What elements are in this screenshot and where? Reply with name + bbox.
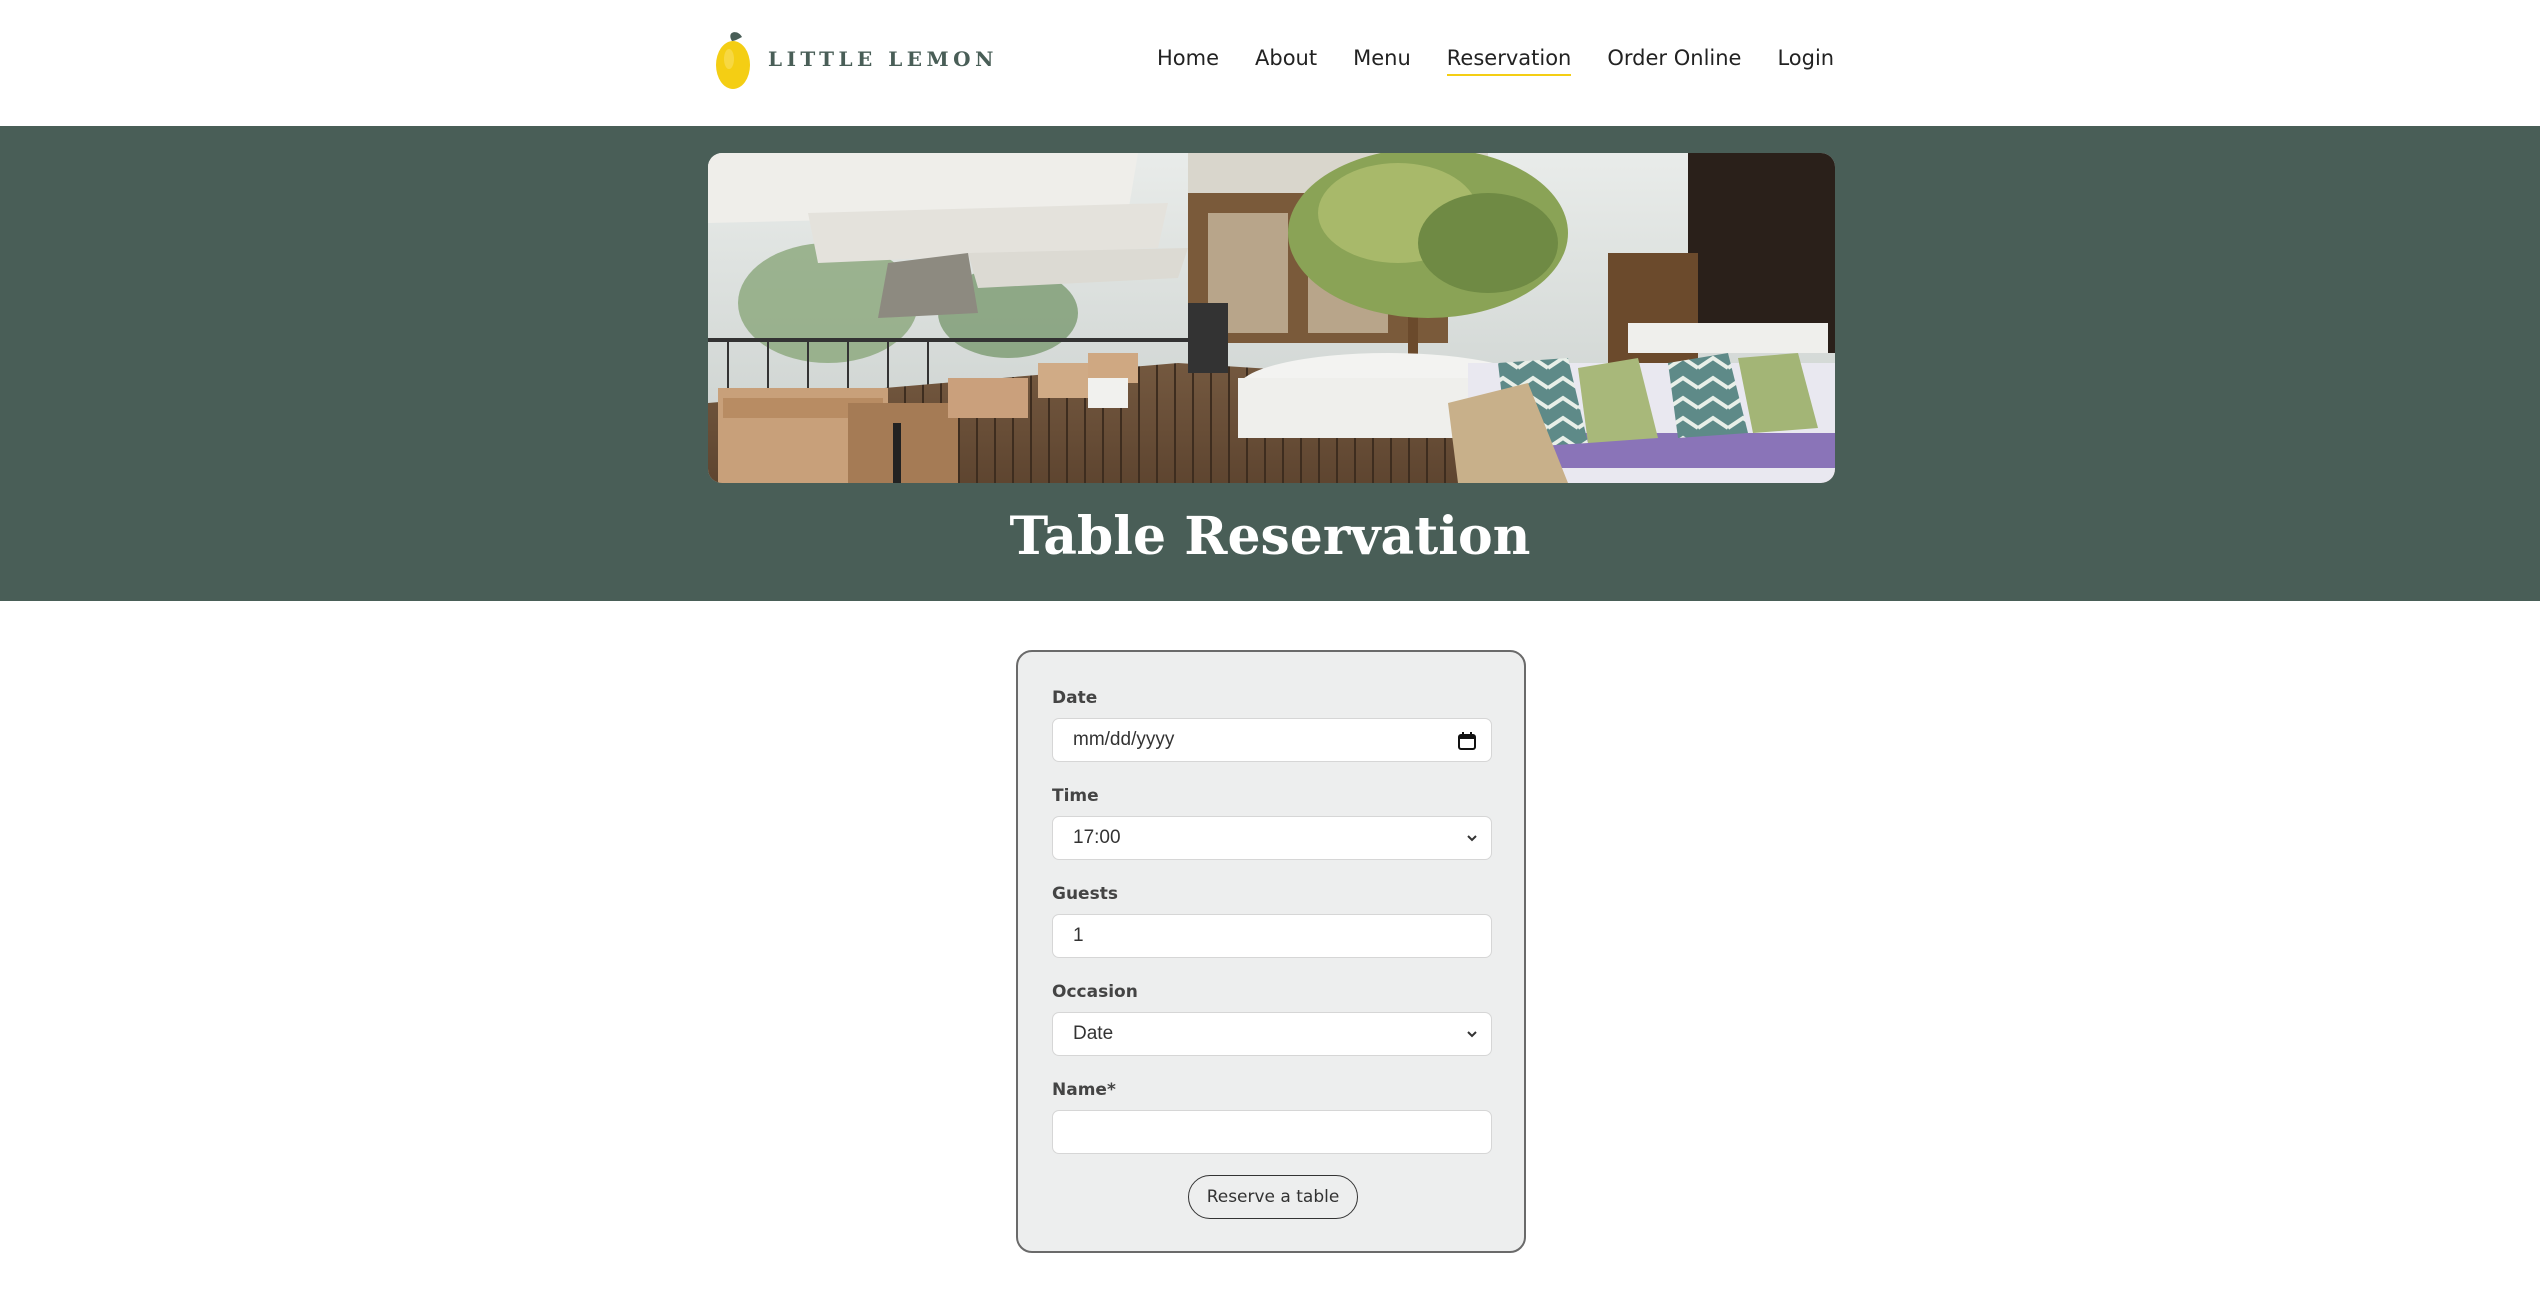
lemon-logo-icon bbox=[714, 27, 754, 91]
date-input[interactable]: mm/dd/yyyy bbox=[1052, 718, 1492, 762]
chevron-down-icon bbox=[1463, 1025, 1481, 1043]
time-label: Time bbox=[1052, 786, 1099, 806]
calendar-icon[interactable] bbox=[1457, 731, 1477, 751]
site-header: LITTLE LEMON Home About Menu Reservation… bbox=[0, 0, 2540, 126]
chevron-down-icon bbox=[1463, 829, 1481, 847]
occasion-select[interactable]: Date bbox=[1052, 1012, 1492, 1056]
name-input[interactable] bbox=[1052, 1110, 1492, 1154]
reserve-table-button[interactable]: Reserve a table bbox=[1188, 1175, 1358, 1219]
nav-order-online[interactable]: Order Online bbox=[1607, 46, 1741, 76]
main-nav: Home About Menu Reservation Order Online… bbox=[1157, 40, 1834, 82]
date-placeholder: mm/dd/yyyy bbox=[1073, 729, 1175, 750]
nav-about[interactable]: About bbox=[1255, 46, 1317, 76]
occasion-label: Occasion bbox=[1052, 982, 1138, 1002]
time-value: 17:00 bbox=[1073, 827, 1121, 848]
nav-login[interactable]: Login bbox=[1777, 46, 1834, 76]
guests-value: 1 bbox=[1073, 925, 1084, 946]
name-label: Name* bbox=[1052, 1080, 1116, 1100]
occasion-value: Date bbox=[1073, 1023, 1114, 1044]
date-label: Date bbox=[1052, 688, 1098, 708]
logo-text: LITTLE LEMON bbox=[768, 47, 998, 71]
restaurant-terrace-photo bbox=[708, 153, 1835, 483]
nav-reservation[interactable]: Reservation bbox=[1446, 46, 1572, 76]
nav-menu[interactable]: Menu bbox=[1353, 46, 1411, 76]
time-select[interactable]: 17:00 bbox=[1052, 816, 1492, 860]
nav-home[interactable]: Home bbox=[1157, 46, 1219, 76]
page-title: Table Reservation bbox=[1009, 506, 1531, 567]
logo[interactable]: LITTLE LEMON bbox=[714, 26, 998, 92]
hero-banner: Table Reservation bbox=[0, 126, 2540, 601]
reservation-form: Date mm/dd/yyyy Time 17:00 Guests 1 Occa… bbox=[1016, 650, 1526, 1253]
guests-input[interactable]: 1 bbox=[1052, 914, 1492, 958]
guests-label: Guests bbox=[1052, 884, 1118, 904]
